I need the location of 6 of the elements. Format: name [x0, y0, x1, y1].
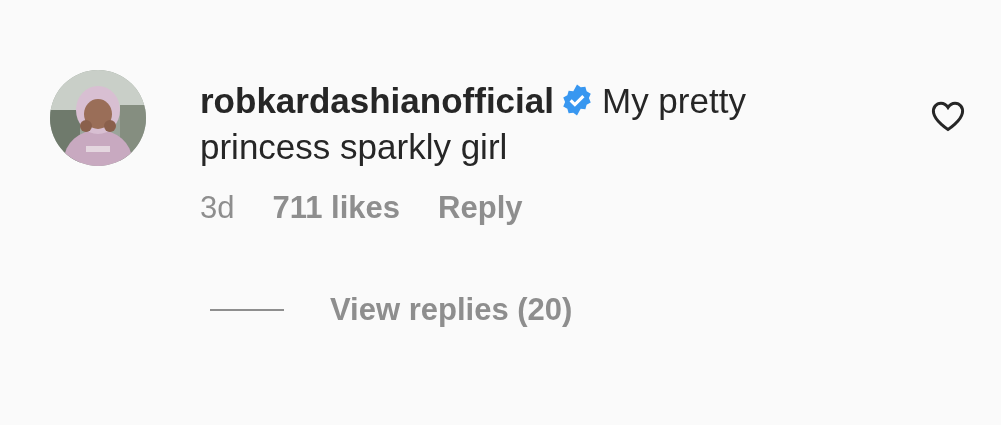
comment-text: robkardashianofficial My pretty princess sparkly girl	[200, 80, 747, 168]
likes-count-button[interactable]: 711 likes	[272, 190, 401, 226]
reply-button[interactable]: Reply	[438, 190, 523, 226]
username-link[interactable]: robkardashianofficial	[200, 81, 554, 120]
comment-time: 3d	[200, 190, 235, 226]
view-replies-button[interactable]: View replies (20)	[330, 292, 573, 328]
